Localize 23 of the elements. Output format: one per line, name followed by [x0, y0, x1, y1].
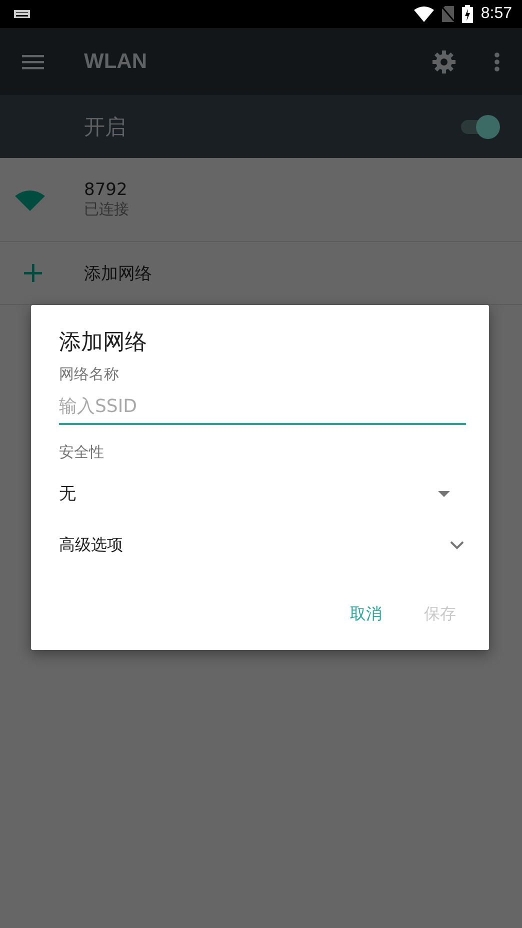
field-label: 网络名称 — [59, 365, 120, 384]
chevron-icon — [450, 541, 464, 550]
wifi-icon — [414, 6, 434, 22]
keyboard-icon — [14, 10, 30, 18]
switch-label: 开启 — [84, 114, 127, 140]
ssid-input-field[interactable]: 输入SSID — [59, 396, 466, 425]
dialog-title: 添加网络 — [59, 329, 148, 357]
advanced-options-toggle[interactable]: 高级选项 — [59, 535, 466, 556]
dropdown-arrow-icon — [438, 490, 450, 496]
app-title: WLAN — [84, 50, 148, 74]
battery-charging-icon — [462, 5, 473, 23]
field-label: 安全性 — [59, 443, 105, 462]
plus-icon — [24, 264, 42, 282]
menu-icon[interactable] — [22, 54, 44, 70]
wifi-icon — [15, 188, 45, 210]
wlan-switch[interactable] — [459, 114, 500, 138]
clock: 8:57 — [480, 5, 512, 23]
dialog-button[interactable]: 取消 — [346, 600, 386, 629]
more-options-icon[interactable] — [494, 52, 500, 72]
security-dropdown[interactable]: 无 — [59, 482, 466, 505]
add-network-label: 添加网络 — [84, 262, 152, 284]
network-name: 8792 — [84, 180, 128, 200]
no-sim-icon — [442, 6, 454, 22]
